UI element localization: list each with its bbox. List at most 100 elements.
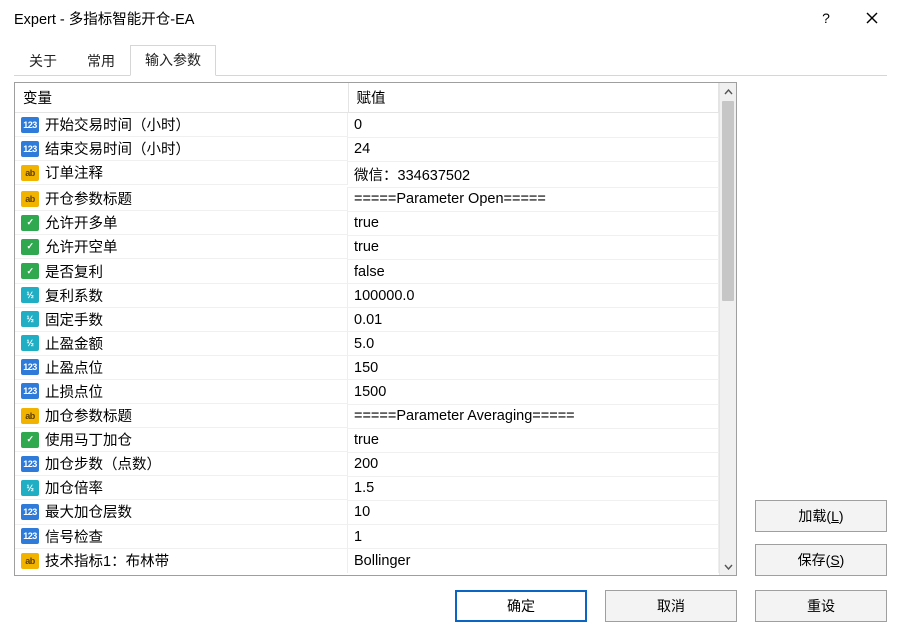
int-type-icon: 123 xyxy=(21,456,39,472)
value-cell[interactable]: =====Parameter Averaging===== xyxy=(348,404,719,428)
int-type-icon: 123 xyxy=(21,117,39,133)
value-cell[interactable]: true xyxy=(348,428,719,452)
value-cell[interactable]: 0.01 xyxy=(348,308,719,332)
variable-name: 技术指标1：布林带 xyxy=(45,550,169,571)
value-cell[interactable]: true xyxy=(348,235,719,259)
variable-name: 最大加仓层数 xyxy=(45,501,132,522)
table-row[interactable]: ½固定手数0.01 xyxy=(15,308,719,332)
int-type-icon: 123 xyxy=(21,504,39,520)
close-icon xyxy=(866,12,878,24)
bottom-buttons: 确定 取消 重设 xyxy=(14,590,887,622)
str-type-icon: ab xyxy=(21,165,39,181)
table-row[interactable]: ½ 加仓倍率 1.5 xyxy=(15,476,719,500)
variable-cell: 123 最大加仓层数 xyxy=(15,500,348,524)
table-row[interactable]: ½复利系数100000.0 xyxy=(15,284,719,308)
value-cell[interactable]: 24 xyxy=(348,137,719,161)
table-row[interactable]: ✓ 使用马丁加仓 true xyxy=(15,428,719,452)
reset-button[interactable]: 重设 xyxy=(755,590,887,622)
table-row[interactable]: ab技术指标1：布林带Bollinger xyxy=(15,549,719,573)
table-row[interactable]: ab 订单注释 微信：334637502 xyxy=(15,161,719,187)
value-cell[interactable]: 1 xyxy=(348,525,719,549)
bool-type-icon: ✓ xyxy=(21,239,39,255)
variable-cell: 123 止盈点位 xyxy=(15,356,348,380)
save-button[interactable]: 保存(S) xyxy=(755,544,887,576)
table-row[interactable]: ✓ 允许开多单 true xyxy=(15,211,719,235)
cancel-button[interactable]: 取消 xyxy=(605,590,737,622)
value-cell[interactable]: 微信：334637502 xyxy=(348,161,719,187)
value-cell[interactable]: 1.5 xyxy=(348,476,719,500)
value-cell[interactable]: 0 xyxy=(348,113,719,138)
load-button[interactable]: 加载(L) xyxy=(755,500,887,532)
value-cell[interactable]: 150 xyxy=(348,356,719,380)
int-type-icon: 123 xyxy=(21,383,39,399)
table-row[interactable]: 123 最大加仓层数 10 xyxy=(15,500,719,524)
value-cell[interactable]: 10 xyxy=(348,500,719,524)
variable-cell: ½ 加仓倍率 xyxy=(15,476,348,500)
client-area: 关于常用输入参数 变量 赋值 123开始交易时间（小时）0123结束交易时间（小… xyxy=(0,36,901,634)
str-type-icon: ab xyxy=(21,191,39,207)
table-row[interactable]: 123止损点位1500 xyxy=(15,380,719,404)
scrollbar-thumb[interactable] xyxy=(722,101,734,301)
help-button[interactable]: ? xyxy=(803,3,849,33)
ok-button[interactable]: 确定 xyxy=(455,590,587,622)
table-row[interactable]: ½ 止盈金额 5.0 xyxy=(15,332,719,356)
bool-type-icon: ✓ xyxy=(21,263,39,279)
scroll-up-arrow[interactable] xyxy=(720,83,737,100)
table-row[interactable]: ab加仓参数标题=====Parameter Averaging===== xyxy=(15,404,719,428)
table-row[interactable]: ✓是否复利false xyxy=(15,259,719,283)
bool-type-icon: ✓ xyxy=(21,432,39,448)
table-row[interactable]: 123结束交易时间（小时）24 xyxy=(15,137,719,161)
value-cell[interactable]: 200 xyxy=(348,452,719,476)
cancel-button-label: 取消 xyxy=(657,596,685,616)
table-row[interactable]: ✓允许开空单true xyxy=(15,235,719,259)
reset-button-label: 重设 xyxy=(807,596,835,616)
save-button-label: 保存(S) xyxy=(798,550,845,570)
value-cell[interactable]: 1500 xyxy=(348,380,719,404)
double-type-icon: ½ xyxy=(21,335,39,351)
close-button[interactable] xyxy=(849,3,895,33)
table-row[interactable]: 123 信号检查 1 xyxy=(15,525,719,549)
tab-0[interactable]: 关于 xyxy=(14,46,72,76)
variable-name: 订单注释 xyxy=(45,162,103,183)
value-cell[interactable]: 5.0 xyxy=(348,332,719,356)
variable-name: 信号检查 xyxy=(45,526,103,547)
variable-cell: ab加仓参数标题 xyxy=(15,404,348,428)
int-type-icon: 123 xyxy=(21,359,39,375)
vertical-scrollbar[interactable] xyxy=(719,83,736,575)
title-bar: Expert - 多指标智能开仓-EA ? xyxy=(0,0,901,36)
int-type-icon: 123 xyxy=(21,528,39,544)
variable-name: 止盈点位 xyxy=(45,357,103,378)
variable-cell: ab 开仓参数标题 xyxy=(15,187,348,211)
variable-name: 加仓倍率 xyxy=(45,477,103,498)
variable-name: 加仓步数（点数） xyxy=(45,453,161,474)
variable-name: 使用马丁加仓 xyxy=(45,429,132,450)
load-button-label: 加载(L) xyxy=(798,506,843,526)
variable-name: 固定手数 xyxy=(45,309,103,330)
variable-name: 允许开多单 xyxy=(45,212,118,233)
str-type-icon: ab xyxy=(21,408,39,424)
tab-2[interactable]: 输入参数 xyxy=(130,45,216,76)
table-row[interactable]: 123开始交易时间（小时）0 xyxy=(15,113,719,138)
table-row[interactable]: 123 加仓步数（点数） 200 xyxy=(15,452,719,476)
value-cell[interactable]: =====Parameter Open===== xyxy=(348,187,719,211)
value-cell[interactable]: true xyxy=(348,211,719,235)
column-header-variable[interactable]: 变量 xyxy=(15,83,348,113)
double-type-icon: ½ xyxy=(21,480,39,496)
chevron-up-icon xyxy=(724,89,733,95)
window-title: Expert - 多指标智能开仓-EA xyxy=(14,8,803,29)
variable-name: 止盈金额 xyxy=(45,333,103,354)
column-header-value[interactable]: 赋值 xyxy=(348,83,719,113)
scroll-down-arrow[interactable] xyxy=(720,558,737,575)
variable-cell: 123 信号检查 xyxy=(15,525,348,549)
variable-cell: ab技术指标1：布林带 xyxy=(15,549,348,573)
bool-type-icon: ✓ xyxy=(21,215,39,231)
value-cell[interactable]: Bollinger xyxy=(348,549,719,573)
value-cell[interactable]: false xyxy=(348,259,719,283)
table-row[interactable]: ab 开仓参数标题 =====Parameter Open===== xyxy=(15,187,719,211)
variable-cell: ½复利系数 xyxy=(15,284,348,308)
value-cell[interactable]: 100000.0 xyxy=(348,284,719,308)
variable-name: 开仓参数标题 xyxy=(45,188,132,209)
tab-1[interactable]: 常用 xyxy=(72,46,130,76)
variable-name: 结束交易时间（小时） xyxy=(45,138,190,159)
table-row[interactable]: 123 止盈点位 150 xyxy=(15,356,719,380)
